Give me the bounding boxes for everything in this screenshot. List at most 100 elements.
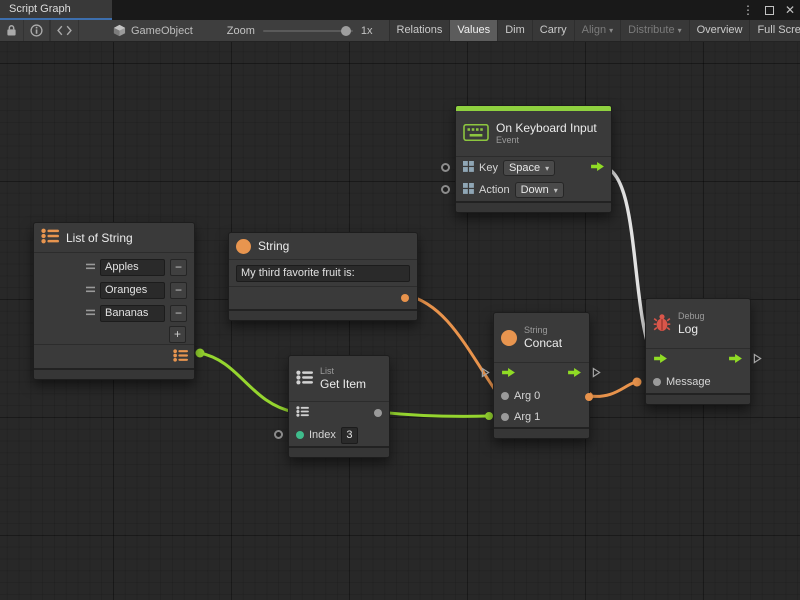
- drag-handle-icon[interactable]: [86, 284, 95, 296]
- drag-handle-icon[interactable]: [86, 261, 95, 273]
- relations-button[interactable]: Relations: [389, 20, 450, 42]
- node-footer: [494, 429, 589, 438]
- list-icon: [296, 370, 313, 388]
- node-title: Get Item: [320, 377, 366, 391]
- info-icon[interactable]: [24, 20, 50, 42]
- bug-icon: [653, 313, 671, 335]
- distribute-button[interactable]: Distribute▾: [620, 20, 688, 42]
- flow-output-port[interactable]: [728, 353, 743, 367]
- index-field[interactable]: 3: [341, 427, 358, 444]
- zoom-slider[interactable]: [263, 30, 353, 32]
- flow-output-marker: [753, 353, 762, 367]
- chevron-down-icon: ▾: [678, 26, 682, 35]
- menu-icon[interactable]: ⋮: [742, 0, 754, 20]
- add-item-button[interactable]: +: [169, 326, 186, 343]
- unity-cube-icon: [113, 24, 126, 37]
- list-item-row: Oranges −: [34, 279, 194, 301]
- flow-output-port[interactable]: [590, 161, 605, 175]
- dim-button[interactable]: Dim: [497, 20, 532, 42]
- keyboard-icon: [463, 124, 489, 144]
- flow-input-port[interactable]: [653, 353, 668, 367]
- item-output-port[interactable]: [374, 409, 382, 417]
- node-string-literal[interactable]: String My third favorite fruit is:: [228, 232, 418, 321]
- action-label: Action: [479, 184, 510, 196]
- index-external-port[interactable]: [274, 430, 283, 439]
- code-view-icon[interactable]: [50, 20, 79, 42]
- string-type-icon: [236, 239, 251, 254]
- action-external-port[interactable]: [441, 185, 450, 194]
- title-bar: Script Graph ⋮ ✕: [0, 0, 800, 20]
- string-value-field[interactable]: My third favorite fruit is:: [236, 265, 410, 282]
- overview-button[interactable]: Overview: [689, 20, 750, 42]
- node-footer: [34, 370, 194, 379]
- flow-input-port[interactable]: [501, 367, 516, 381]
- close-icon[interactable]: ✕: [785, 0, 795, 20]
- index-label: Index: [309, 429, 336, 441]
- graph-toolbar: GameObject Zoom 1x Relations Values Dim …: [0, 20, 800, 42]
- wire-getitem-to-concat[interactable]: [379, 412, 489, 416]
- arg1-label: Arg 1: [514, 411, 540, 423]
- tab-title: Script Graph: [9, 3, 71, 15]
- remove-item-button[interactable]: −: [170, 282, 187, 299]
- list-item-field[interactable]: Oranges: [100, 282, 165, 299]
- align-button[interactable]: Align▾: [574, 20, 620, 42]
- node-title: String: [258, 239, 289, 253]
- drag-handle-icon[interactable]: [86, 307, 95, 319]
- maximize-icon[interactable]: [765, 6, 774, 15]
- list-item-row: Bananas −: [34, 302, 194, 324]
- arg0-label: Arg 0: [514, 390, 540, 402]
- tab-script-graph[interactable]: Script Graph: [0, 0, 112, 20]
- chevron-down-icon: ▾: [545, 164, 549, 173]
- wire-endpoint: [196, 349, 205, 358]
- node-title: List of String: [66, 231, 133, 245]
- remove-item-button[interactable]: −: [170, 259, 187, 276]
- input-type-icon: [463, 183, 474, 197]
- zoom-value: 1x: [361, 25, 373, 37]
- action-dropdown[interactable]: Down ▾: [515, 182, 564, 198]
- arg0-input-port[interactable]: [501, 392, 509, 400]
- index-input-port[interactable]: [296, 431, 304, 439]
- message-input-port[interactable]: [653, 378, 661, 386]
- node-footer: [229, 311, 417, 320]
- string-type-icon: [501, 330, 517, 346]
- graph-canvas[interactable]: On Keyboard Input Event Key Space ▾: [0, 42, 800, 600]
- carry-button[interactable]: Carry: [532, 20, 574, 42]
- node-title: On Keyboard Input: [496, 121, 597, 135]
- key-external-port[interactable]: [441, 163, 450, 172]
- fullscreen-button[interactable]: Full Screen: [749, 20, 800, 42]
- arg1-input-port[interactable]: [501, 413, 509, 421]
- result-output-port[interactable]: [585, 393, 593, 401]
- lock-icon[interactable]: [0, 20, 24, 42]
- wire-concat-to-log[interactable]: [589, 382, 636, 396]
- flow-output-port[interactable]: [567, 367, 582, 381]
- remove-item-button[interactable]: −: [170, 305, 187, 322]
- gameobject-ref[interactable]: GameObject: [113, 24, 193, 37]
- node-debug-log[interactable]: Debug Log Message: [645, 298, 751, 405]
- node-category: List: [320, 366, 366, 377]
- list-item-field[interactable]: Bananas: [100, 305, 165, 322]
- node-on-keyboard-input[interactable]: On Keyboard Input Event Key Space ▾: [455, 105, 612, 213]
- list-input-port[interactable]: [296, 406, 309, 420]
- node-footer: [456, 203, 611, 212]
- key-label: Key: [479, 162, 498, 174]
- zoom-slider-knob[interactable]: [341, 26, 351, 36]
- values-button[interactable]: Values: [449, 20, 497, 42]
- node-list-of-string[interactable]: List of String Apples − Oranges − Banana…: [33, 222, 195, 380]
- chevron-down-icon: ▾: [609, 26, 613, 35]
- unity-window: Script Graph ⋮ ✕ GameObject Zoom 1x: [0, 0, 800, 600]
- wire-list-to-getitem[interactable]: [200, 353, 294, 412]
- list-item-field[interactable]: Apples: [100, 259, 165, 276]
- node-title: Concat: [524, 336, 562, 350]
- node-category: Debug: [678, 311, 705, 322]
- input-type-icon: [463, 161, 474, 175]
- flow-input-marker: [481, 367, 490, 381]
- node-concat[interactable]: String Concat Arg 0: [493, 312, 590, 439]
- string-output-port[interactable]: [401, 294, 409, 302]
- gameobject-label: GameObject: [131, 25, 193, 37]
- list-item-row: Apples −: [34, 256, 194, 278]
- node-get-item[interactable]: List Get Item Index 3: [288, 355, 390, 458]
- list-output-port[interactable]: [173, 349, 188, 365]
- key-dropdown[interactable]: Space ▾: [503, 160, 555, 176]
- node-subtitle: Event: [496, 135, 597, 146]
- wire-endpoint: [485, 412, 493, 420]
